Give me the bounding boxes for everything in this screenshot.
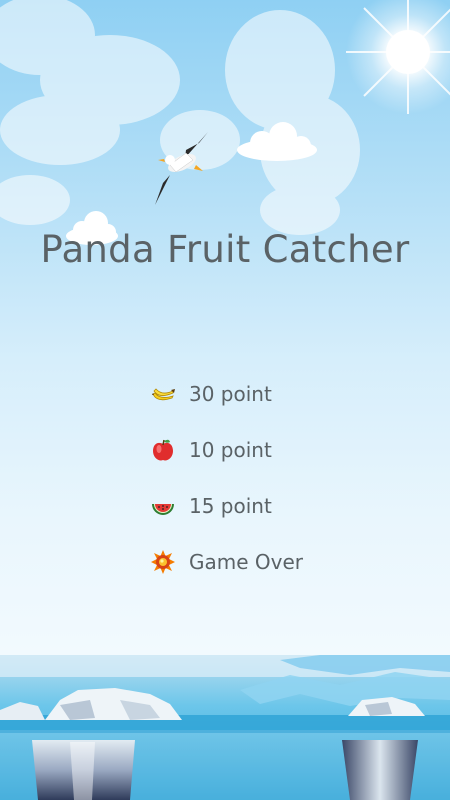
bomb-explosion-icon <box>151 550 175 574</box>
legend-label: 30 point <box>189 382 272 406</box>
game-title: Panda Fruit Catcher <box>40 228 410 271</box>
sky-clouds <box>0 0 360 235</box>
banana-icon <box>152 388 175 401</box>
legend-item-bomb: Game Over <box>150 545 303 579</box>
legend-item-banana: 30 point <box>150 377 272 411</box>
apple-icon <box>153 439 173 461</box>
legend-label: 15 point <box>189 494 272 518</box>
legend-label: Game Over <box>189 550 304 574</box>
game-screen[interactable]: Panda Fruit Catcher 30 point 10 point 15… <box>0 0 450 800</box>
legend-label: 10 point <box>189 438 272 462</box>
legend-item-watermelon: 15 point <box>150 489 272 523</box>
legend-item-apple: 10 point <box>150 433 272 467</box>
watermelon-icon <box>152 504 174 515</box>
sun-icon <box>346 0 450 114</box>
